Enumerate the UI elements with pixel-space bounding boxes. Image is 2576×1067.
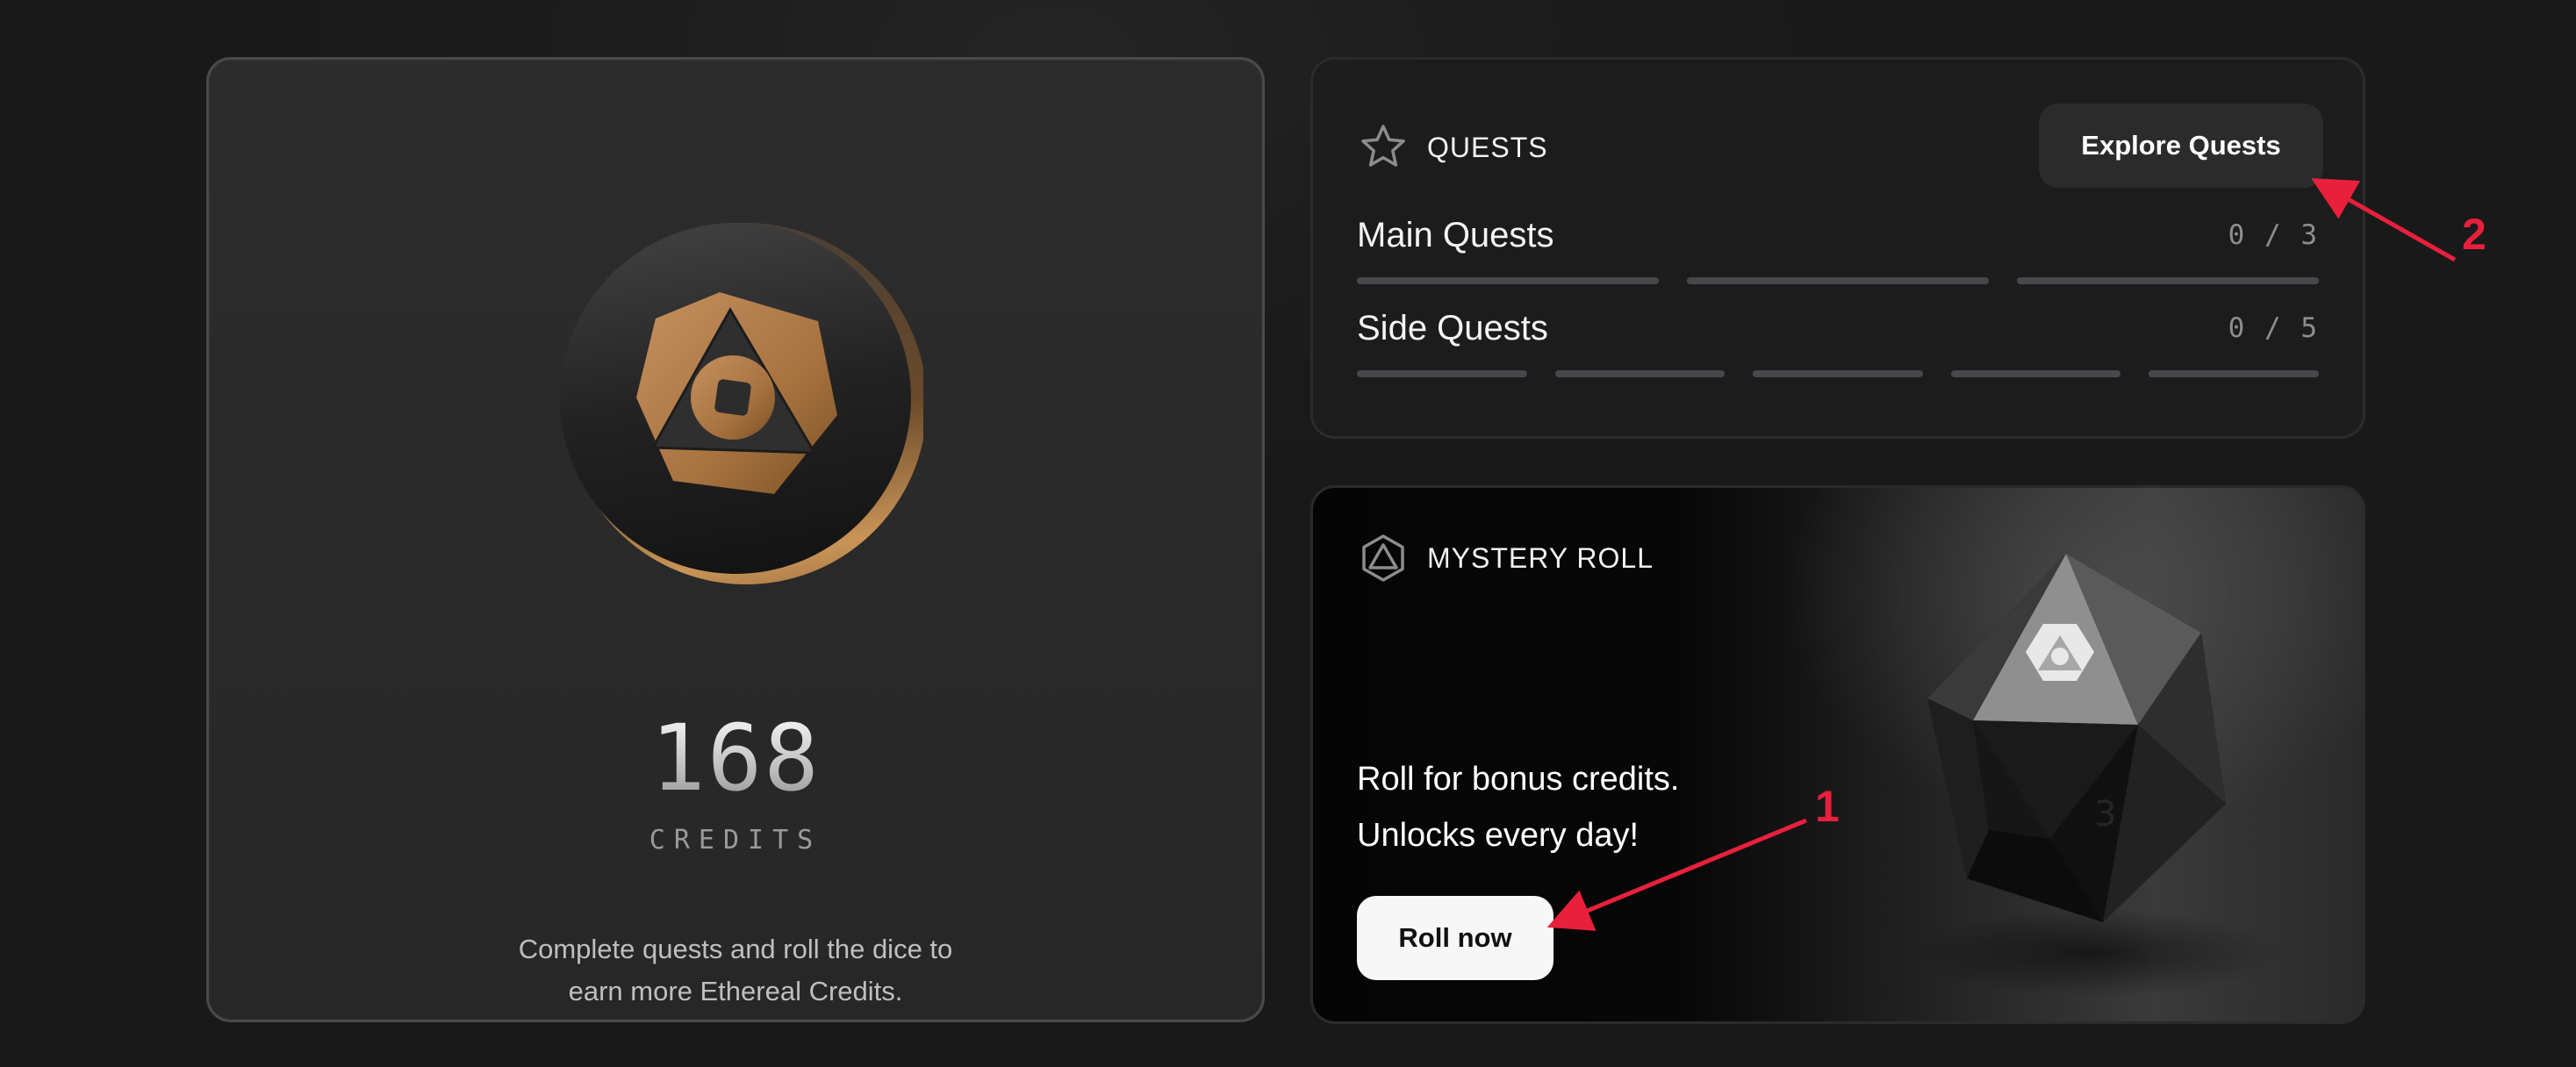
quests-header: QUESTS bbox=[1357, 121, 1548, 174]
progress-segment bbox=[2017, 277, 2319, 284]
progress-segment bbox=[1687, 277, 1989, 284]
star-icon bbox=[1361, 125, 1405, 167]
credits-label: CREDITS bbox=[649, 825, 822, 856]
progress-segment bbox=[1950, 370, 2121, 377]
ethereal-credit-coin-icon bbox=[555, 218, 923, 586]
explore-quests-button[interactable]: Explore Quests bbox=[2039, 104, 2323, 188]
main-quests-progress-bar bbox=[1357, 277, 2319, 284]
quests-card: QUESTS Explore Quests Main Quests 0 / 3 … bbox=[1310, 57, 2365, 439]
credits-amount: 168 bbox=[209, 705, 1262, 812]
side-quests-label: Side Quests bbox=[1357, 309, 1548, 347]
progress-segment bbox=[2149, 370, 2319, 377]
credits-description-line-2: earn more Ethereal Credits. bbox=[568, 976, 903, 1006]
svg-text:3: 3 bbox=[2094, 794, 2116, 834]
d20-dice-image: 3 bbox=[1875, 549, 2296, 1006]
mystery-roll-line-2: Unlocks every day! bbox=[1357, 817, 1640, 854]
annotation-number-2: 2 bbox=[2462, 210, 2486, 259]
credits-card: 168 CREDITS Complete quests and roll the… bbox=[206, 57, 1265, 1022]
credits-description-line-1: Complete quests and roll the dice to bbox=[518, 934, 953, 964]
mystery-roll-card: 3 MYSTERY ROLL Roll for bonus credits. U… bbox=[1310, 485, 2365, 1024]
progress-segment bbox=[1357, 277, 1659, 284]
quests-title: QUESTS bbox=[1427, 131, 1548, 163]
credits-description: Complete quests and roll the dice to ear… bbox=[209, 928, 1262, 1013]
side-quests-progress-bar bbox=[1357, 370, 2319, 377]
progress-segment bbox=[1554, 370, 1726, 377]
main-quests-label: Main Quests bbox=[1357, 216, 1554, 254]
d20-outline-icon bbox=[1362, 534, 1404, 582]
progress-segment bbox=[1753, 370, 1923, 377]
mystery-roll-description: Roll for bonus credits. Unlocks every da… bbox=[1357, 751, 1680, 863]
mystery-roll-title: MYSTERY ROLL bbox=[1427, 541, 1654, 574]
main-quests-progress: 0 / 3 bbox=[2228, 219, 2319, 251]
mystery-roll-header: MYSTERY ROLL bbox=[1357, 532, 1654, 584]
progress-segment bbox=[1357, 370, 1527, 377]
mystery-roll-line-1: Roll for bonus credits. bbox=[1357, 761, 1680, 798]
side-quests-progress: 0 / 5 bbox=[2228, 312, 2319, 344]
annotation-number-1: 1 bbox=[1815, 782, 1840, 831]
roll-now-button[interactable]: Roll now bbox=[1357, 896, 1553, 980]
